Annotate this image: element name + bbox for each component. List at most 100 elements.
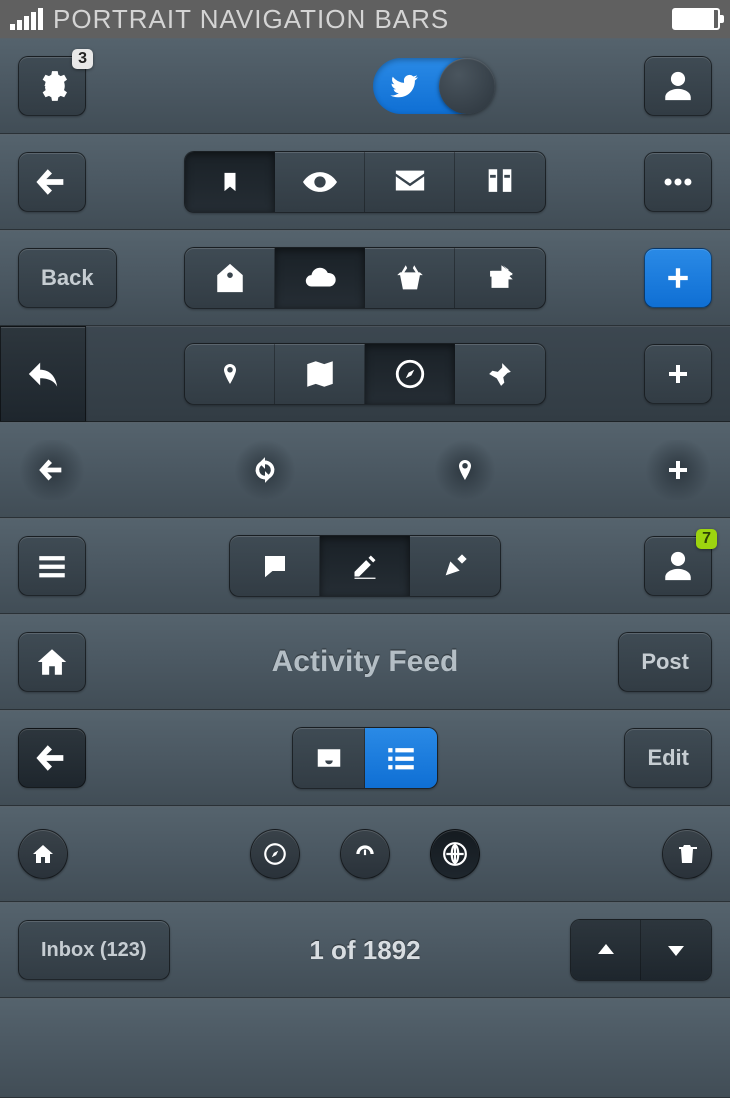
compass-icon [393,357,427,391]
seg-pen[interactable] [410,536,500,596]
add-ghost-button[interactable] [644,440,712,500]
arrow-left-icon [35,741,69,775]
more-button[interactable] [644,152,712,212]
twitter-toggle[interactable] [373,58,493,114]
navbar-4 [0,326,730,422]
navbar-5 [0,422,730,518]
seg-mail[interactable] [365,152,455,212]
back-text-button[interactable]: Back [18,248,117,308]
home-button[interactable] [18,632,86,692]
reply-button[interactable] [0,326,86,422]
page-title: Activity Feed [272,645,459,679]
menu-button[interactable] [18,536,86,596]
post-button[interactable]: Post [618,632,712,692]
eye-icon [303,165,337,199]
gear-icon [35,69,69,103]
plus-icon [665,261,691,295]
plus-icon [666,357,690,391]
pin-icon [453,453,477,487]
settings-badge: 3 [72,49,93,69]
signal-icon [10,8,43,30]
arrow-left-icon [35,165,69,199]
add-button[interactable] [644,248,712,308]
back-dark-button[interactable] [18,728,86,788]
user-icon [661,549,695,583]
seg-chat[interactable] [230,536,320,596]
pencil-icon [351,549,379,583]
twitter-icon [389,71,419,101]
segment-compose-group [229,535,501,597]
edit-button[interactable]: Edit [624,728,712,788]
seg-book[interactable] [455,152,545,212]
gauge-icon [352,837,378,871]
globe-icon [442,837,468,871]
settings-button[interactable]: 3 [18,56,86,116]
seg-inbox-view[interactable] [293,728,365,788]
menu-icon [35,549,69,583]
segment-home-group [184,247,546,309]
back-ghost-button[interactable] [18,440,86,500]
book-icon [483,165,517,199]
refresh-icon [251,453,279,487]
navbar-1: 3 [0,38,730,134]
map-icon [303,357,337,391]
seg-map[interactable] [275,344,365,404]
list-icon [384,741,418,775]
seg-pushpin[interactable] [455,344,545,404]
seg-share[interactable] [455,248,545,308]
navbar-9 [0,806,730,902]
user-icon [661,69,695,103]
circ-group [250,829,480,879]
navbar-10: Inbox (123) 1 of 1892 [0,902,730,998]
navbar-empty [0,998,730,1098]
triangle-down-icon [664,933,688,967]
seg-pencil[interactable] [320,536,410,596]
birdhouse-icon [213,261,247,295]
profile-button[interactable] [644,56,712,116]
counter-label: 1 of 1892 [309,935,420,966]
status-title: PORTRAIT NAVIGATION BARS [53,4,449,35]
share-icon [483,261,517,295]
navbar-3: Back [0,230,730,326]
seg-basket[interactable] [365,248,455,308]
seg-pin[interactable] [185,344,275,404]
location-button[interactable] [435,440,495,500]
seg-down[interactable] [641,920,711,980]
seg-cloud[interactable] [275,248,365,308]
bookmark-icon [219,165,241,199]
reply-icon [26,357,60,391]
add-plain-button[interactable] [644,344,712,404]
circ-home-button[interactable] [18,829,68,879]
segment-bookmark-group [184,151,546,213]
toggle-knob [439,58,495,114]
navbar-2 [0,134,730,230]
mail-icon [393,165,427,199]
refresh-button[interactable] [235,440,295,500]
arrow-left-icon [38,453,66,487]
circ-compass-button[interactable] [250,829,300,879]
trash-icon [675,837,699,871]
seg-list-view[interactable] [365,728,437,788]
navbar-8: Edit [0,710,730,806]
inbox-button[interactable]: Inbox (123) [18,920,170,980]
navbar-6: 7 [0,518,730,614]
pin-icon [218,357,242,391]
seg-up[interactable] [571,920,641,980]
seg-bookmark[interactable] [185,152,275,212]
triangle-up-icon [594,933,618,967]
plus-icon [666,453,690,487]
profile-notif-button[interactable]: 7 [644,536,712,596]
back-button[interactable] [18,152,86,212]
circ-trash-button[interactable] [662,829,712,879]
compass-icon [262,837,288,871]
circ-gauge-button[interactable] [340,829,390,879]
circ-globe-button[interactable] [430,829,480,879]
dots-icon [661,165,695,199]
basket-icon [393,261,427,295]
battery-icon [672,8,720,30]
seg-eye[interactable] [275,152,365,212]
status-bar: PORTRAIT NAVIGATION BARS [0,0,730,38]
profile-badge: 7 [696,529,717,549]
seg-compass[interactable] [365,344,455,404]
seg-birdhouse[interactable] [185,248,275,308]
